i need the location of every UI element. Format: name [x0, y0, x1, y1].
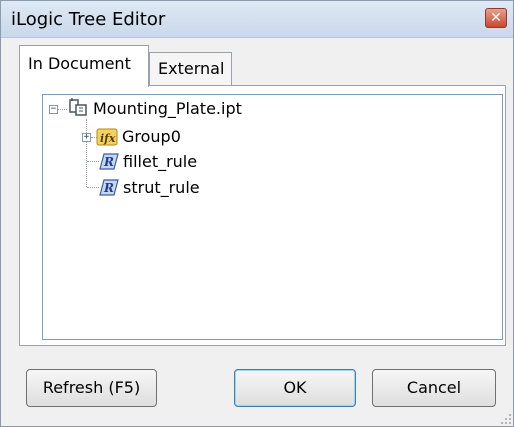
close-icon: ✕ — [490, 10, 502, 26]
rule-icon: R — [99, 153, 119, 170]
svg-text:ifx: ifx — [100, 132, 116, 145]
svg-text:R: R — [103, 181, 114, 195]
ok-button[interactable]: OK — [234, 369, 356, 407]
tree-node-label: Mounting_Plate.ipt — [93, 99, 242, 118]
refresh-button[interactable]: Refresh (F5) — [26, 369, 157, 407]
cancel-button[interactable]: Cancel — [372, 369, 496, 407]
rule-tree[interactable]: − Mounting_Plate.ipt + ifx Group0 R fill… — [42, 94, 503, 340]
collapse-icon[interactable]: − — [49, 105, 58, 114]
expand-icon[interactable]: + — [82, 133, 91, 142]
tab-external[interactable]: External — [149, 52, 232, 86]
rule-icon: R — [99, 179, 119, 196]
window-title: iLogic Tree Editor — [11, 9, 166, 30]
close-button[interactable]: ✕ — [485, 8, 507, 28]
ifx-group-icon: ifx — [96, 128, 118, 146]
resize-grip-icon[interactable] — [500, 413, 512, 425]
tab-in-document[interactable]: In Document — [19, 45, 149, 87]
part-document-icon — [69, 98, 87, 116]
title-bar[interactable]: iLogic Tree Editor ✕ — [1, 1, 513, 38]
svg-text:R: R — [103, 155, 114, 169]
